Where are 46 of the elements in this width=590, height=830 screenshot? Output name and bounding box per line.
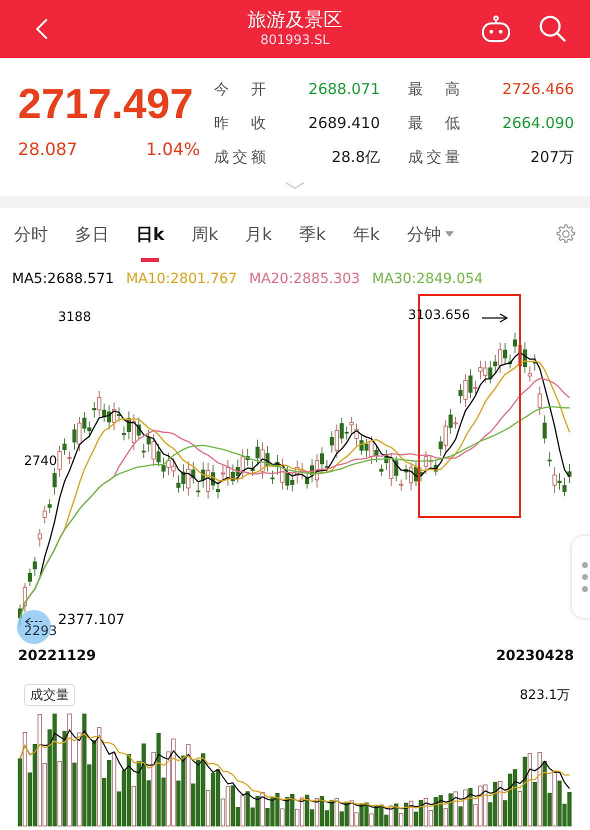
- volume-tag[interactable]: 成交量: [24, 684, 75, 706]
- current-price: 2717.497: [18, 79, 194, 129]
- tab-underline: [141, 258, 160, 262]
- moving-average-label: MA10:2801.767: [126, 270, 238, 288]
- axis-label: 2740: [24, 454, 58, 469]
- axis-label: 2293: [24, 624, 58, 639]
- period-tab[interactable]: 周k: [191, 218, 218, 250]
- change-percent: 1.04%: [146, 140, 200, 160]
- back-icon[interactable]: [34, 16, 50, 42]
- stat-value: 2689.410: [307, 113, 380, 134]
- period-tab[interactable]: 多日: [75, 218, 109, 250]
- robot-icon[interactable]: [480, 15, 512, 43]
- moving-average-label: MA20:2885.303: [249, 270, 360, 288]
- stat-label: 最低: [408, 113, 460, 134]
- moving-average-label: MA30:2849.054: [372, 270, 484, 288]
- start-date: 20221129: [18, 648, 96, 664]
- axis-label: 3188: [57, 308, 92, 326]
- settings-icon[interactable]: [554, 223, 576, 245]
- stat-value: 2726.466: [501, 79, 574, 100]
- search-icon[interactable]: [538, 14, 568, 44]
- stat-label: 成交量: [408, 147, 460, 168]
- period-tab[interactable]: 日k: [136, 218, 164, 250]
- stat-value: 2664.090: [501, 113, 574, 134]
- stat-label: 最高: [408, 79, 460, 100]
- price-change: 28.087: [18, 140, 78, 160]
- caret-icon: [444, 231, 454, 237]
- period-tab[interactable]: 季k: [299, 218, 326, 250]
- moving-average-label: MA5:2688.571: [12, 270, 114, 288]
- stock-code: 801993.SL: [260, 32, 330, 50]
- arrow-icon: [482, 313, 508, 323]
- stat-label: 昨收: [214, 113, 266, 134]
- period-tab[interactable]: 月k: [245, 218, 272, 250]
- arrow-left-icon: [24, 617, 44, 626]
- period-tab[interactable]: 分时: [14, 218, 48, 250]
- candlestick: [38, 528, 42, 548]
- stat-value: 207万: [529, 147, 574, 168]
- stat-value: 2688.071: [307, 79, 380, 100]
- stat-value: 28.8亿: [330, 147, 380, 168]
- stat-label: 成交额: [214, 147, 266, 168]
- end-date: 20230428: [496, 648, 574, 664]
- volume-max-label: 823.1万: [520, 687, 570, 704]
- period-tab[interactable]: 分钟: [406, 218, 454, 250]
- period-tab[interactable]: 年k: [352, 218, 380, 250]
- stat-label: 今开: [214, 79, 266, 100]
- page-title: 旅游及景区: [248, 8, 342, 32]
- low-price-label: 2377.107: [58, 612, 125, 628]
